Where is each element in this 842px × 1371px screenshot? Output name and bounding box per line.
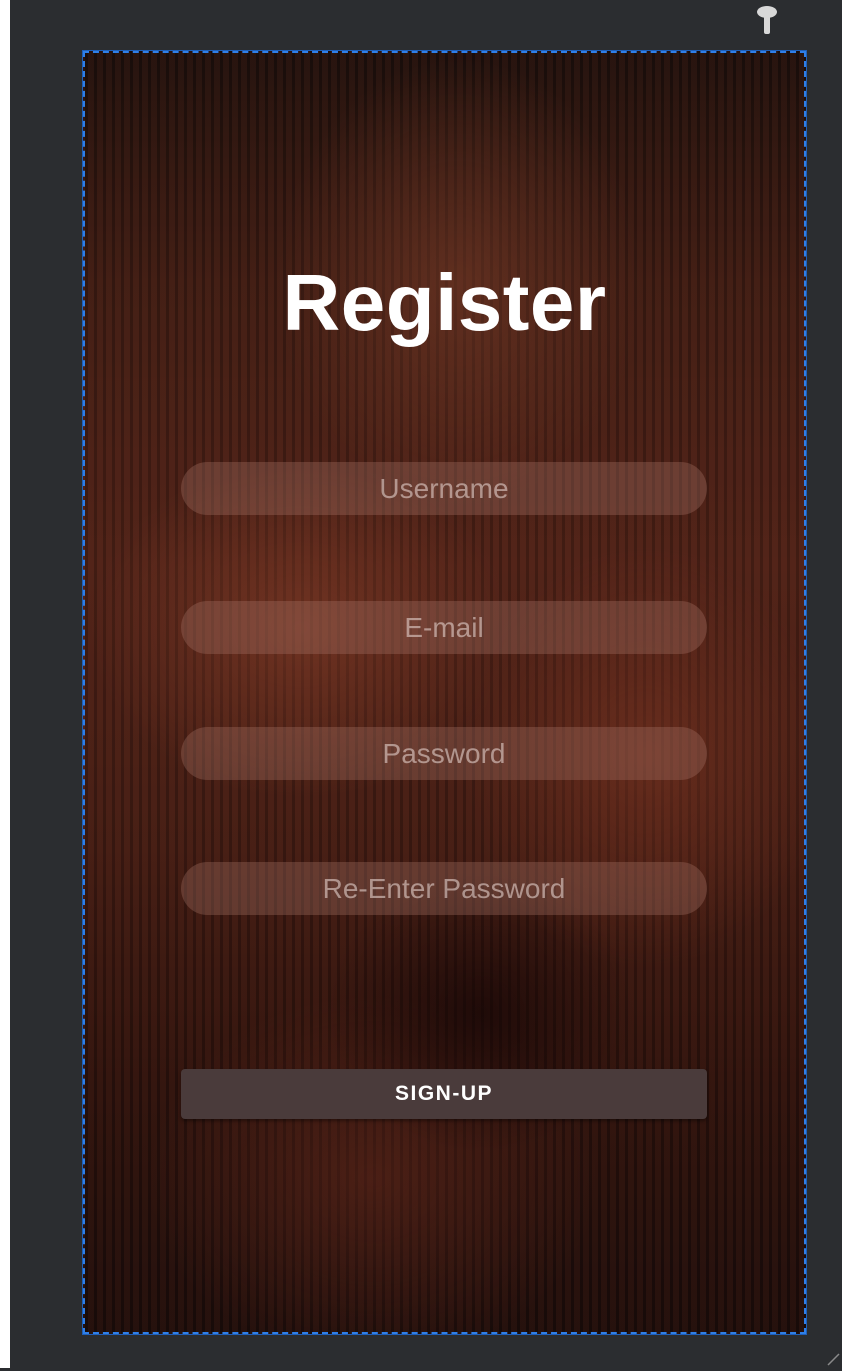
sign-up-button[interactable]: SIGN-UP xyxy=(181,1069,707,1119)
password-input[interactable] xyxy=(181,727,707,780)
register-screen-preview[interactable]: Register SIGN-UP xyxy=(82,50,807,1335)
username-input[interactable] xyxy=(181,462,707,515)
editor-left-edge xyxy=(0,0,10,1368)
layout-editor-canvas: Register SIGN-UP xyxy=(0,0,842,1368)
pin-icon[interactable] xyxy=(756,6,778,36)
page-title: Register xyxy=(282,258,607,347)
resize-handle-icon[interactable] xyxy=(826,1352,840,1366)
re-enter-password-input[interactable] xyxy=(181,862,707,915)
email-input[interactable] xyxy=(181,601,707,654)
